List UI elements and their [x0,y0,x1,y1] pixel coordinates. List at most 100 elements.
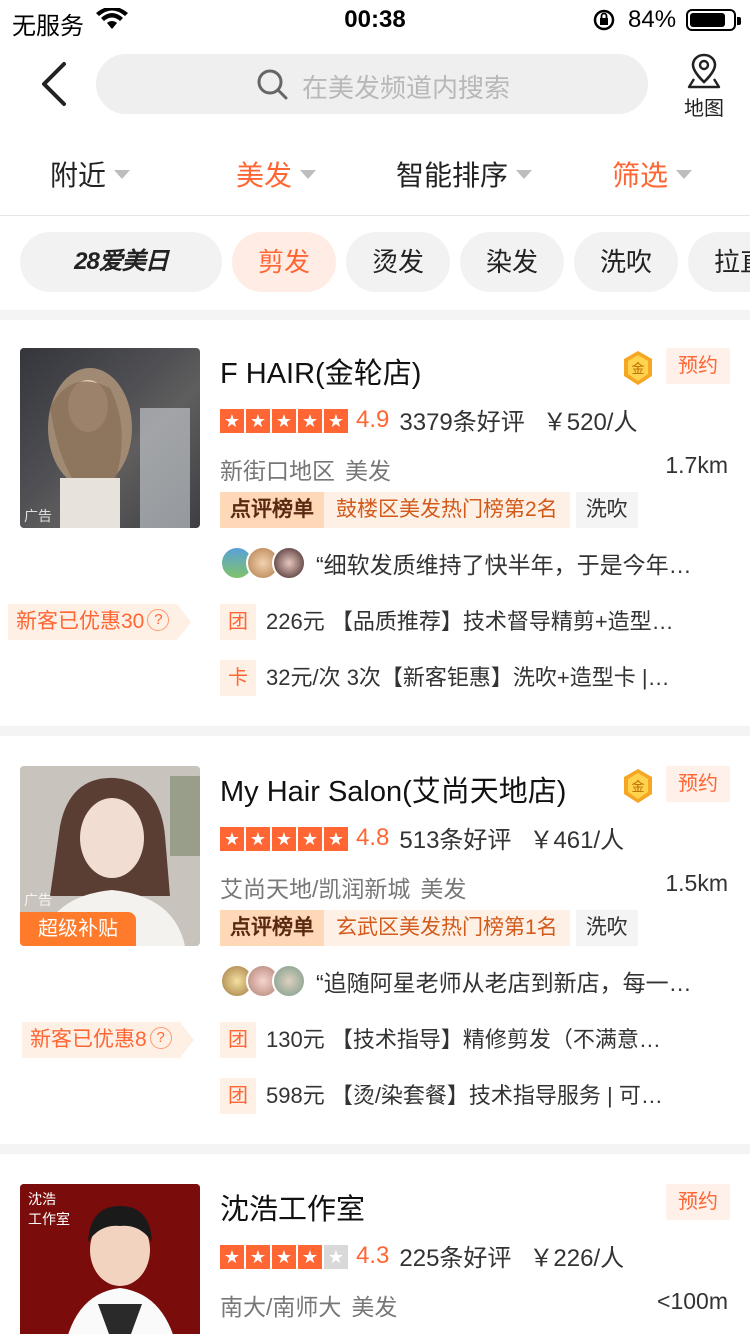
rating-score: 4.8 [356,823,390,851]
star-icon: ★ [298,1244,322,1269]
reserve-button[interactable]: 预约 [666,766,730,802]
shop-name[interactable]: My Hair Salon(艾尚天地店) [220,768,566,810]
deal-text: 598元 【烫/染套餐】技术指导服务 | 可… [266,1083,663,1108]
battery-icon [686,9,741,31]
chip-dye[interactable]: 染发 [460,232,564,292]
star-rating: ★ ★ ★ ★ ★ [220,824,350,852]
caret-down-icon [114,170,131,180]
review-count: 3379条好评 [399,409,525,436]
back-arrow-icon[interactable] [30,56,80,112]
area-row: 新街口地区 美发 [220,452,391,486]
map-label: 地图 [684,98,724,120]
area-row: 艾尚天地/凯润新城 美发 [220,870,466,904]
deal-item[interactable]: 卡 32元/次 3次【新客钜惠】洗吹+造型卡 |… [220,660,670,696]
area-row: 南大/南师大 美发 [220,1288,397,1322]
star-icon: ★ [246,826,270,851]
ranking-row[interactable]: 点评榜单 玄武区美发热门榜第1名 洗吹 [220,910,638,946]
shop-card[interactable]: 广告 F HAIR(金轮店) 金 预约 ★ ★ ★ ★ ★ 4.9 3379条好评 ￥520/… [0,348,750,718]
ad-label: 广告 [24,508,52,524]
category: 美发 [420,876,467,902]
rating-row: ★ ★ ★ ★ ★ 4.8 513条好评 ￥461/人 [220,820,624,854]
star-icon: ★ [246,408,270,433]
chip-perm[interactable]: 烫发 [346,232,450,292]
gold-medal-icon: 金 [624,769,652,803]
orientation-lock-icon [593,9,615,31]
reviewer-avatars [220,546,310,580]
star-icon: ★ [324,826,348,851]
shop-thumbnail: 沈浩 工作室 [20,1184,200,1334]
review-snippet: “追随阿星老师从老店到新店，每一… [316,970,692,996]
deal-item[interactable]: 团 130元 【技术指导】精修剪发（不满意… [220,1022,661,1058]
shop-name[interactable]: 沈浩工作室 [220,1186,365,1228]
category-chips: 28爱美日 剪发 烫发 染发 洗吹 拉直 [0,216,750,310]
price-per-person: ￥226/人 [529,1245,625,1272]
avatar [272,964,306,998]
reserve-button[interactable]: 预约 [666,1184,730,1220]
rating-row: ★ ★ ★ ★ ★ 4.3 225条好评 ￥226/人 [220,1238,624,1272]
shop-card[interactable]: 广告 超级补贴 My Hair Salon(艾尚天地店) 金 预约 ★ ★ ★ ★ ★ 4… [0,766,750,1136]
caret-down-icon [516,170,533,180]
category: 美发 [345,458,391,484]
search-input[interactable]: 在美发频道内搜索 [96,54,648,114]
battery-percent: 84% [628,6,677,33]
area: 新街口地区 [220,458,335,484]
star-icon: ★ [220,826,244,851]
chip-straighten[interactable]: 拉直 [688,232,750,292]
chip-haircut[interactable]: 剪发 [232,232,336,292]
deal-type-badge: 团 [220,1078,256,1114]
category: 美发 [351,1294,398,1320]
ranking-row[interactable]: 点评榜单 鼓楼区美发热门榜第2名 洗吹 [220,492,638,528]
filter-nearby[interactable]: 附近 [50,154,131,194]
gold-medal-text: 金 [631,779,644,795]
deal-text: 130元 【技术指导】精修剪发（不满意… [266,1027,661,1052]
studio-logo-text: 沈浩 工作室 [28,1192,70,1228]
deal-text: 32元/次 3次【新客钜惠】洗吹+造型卡 |… [266,665,670,690]
star-icon: ★ [220,1244,244,1269]
shop-name[interactable]: F HAIR(金轮店) [220,350,421,392]
chip-28-beauty-day[interactable]: 28爱美日 [20,232,222,292]
review-row[interactable]: “追随阿星老师从老店到新店，每一… [220,964,692,998]
map-pin-icon [687,53,721,89]
avatar [272,546,306,580]
filter-sort[interactable]: 智能排序 [396,154,533,194]
rating-score: 4.3 [356,1241,390,1269]
star-icon: ★ [272,408,296,433]
status-bar: 无服务 00:38 84% [0,0,750,42]
question-icon[interactable]: ? [149,1027,172,1050]
ad-label: 广告 [24,892,52,908]
filter-filter[interactable]: 筛选 [612,154,693,194]
service-tag: 洗吹 [575,910,638,946]
deal-item[interactable]: 团 598元 【烫/染套餐】技术指导服务 | 可… [220,1078,663,1114]
rating-row: ★ ★ ★ ★ ★ 4.9 3379条好评 ￥520/人 [220,402,637,436]
deal-type-badge: 团 [220,1022,256,1058]
new-customer-promo: 新客已优惠8? [22,1022,194,1058]
review-row[interactable]: “细软发质维持了快半年，于是今年… [220,546,692,580]
ranking-label: 点评榜单 [220,910,324,946]
question-icon[interactable]: ? [147,609,170,632]
shop-thumbnail: 广告 [20,348,200,528]
reserve-button[interactable]: 预约 [666,348,730,384]
area: 艾尚天地/凯润新城 [220,876,411,902]
review-count: 513条好评 [399,827,512,854]
battery-fill [690,13,725,27]
deal-item[interactable]: 团 226元 【品质推荐】技术督导精剪+造型… [220,604,674,640]
reviewer-avatars [220,964,310,998]
chip-wash-blow[interactable]: 洗吹 [574,232,678,292]
star-icon: ★ [272,1244,296,1269]
ranking-text: 玄武区美发热门榜第1名 [324,910,570,946]
divider [0,726,750,736]
divider [0,310,750,320]
header: 在美发频道内搜索 地图 [0,42,750,128]
caret-down-icon [300,170,317,180]
filter-category[interactable]: 美发 [236,154,317,194]
distance: 1.5km [665,870,728,896]
review-count: 225条好评 [399,1245,512,1272]
new-customer-promo: 新客已优惠30? [8,604,192,640]
shop-card[interactable]: 沈浩 工作室 沈浩工作室 预约 ★ ★ ★ ★ ★ 4.3 225条好评 ￥226/人 南大/… [0,1184,750,1334]
map-button[interactable]: 地图 [676,52,732,122]
deal-text: 226元 【品质推荐】技术督导精剪+造型… [266,609,674,634]
ranking-text: 鼓楼区美发热门榜第2名 [324,492,570,528]
rating-score: 4.9 [356,405,390,433]
star-icon: ★ [324,408,348,433]
star-icon: ★ [220,408,244,433]
